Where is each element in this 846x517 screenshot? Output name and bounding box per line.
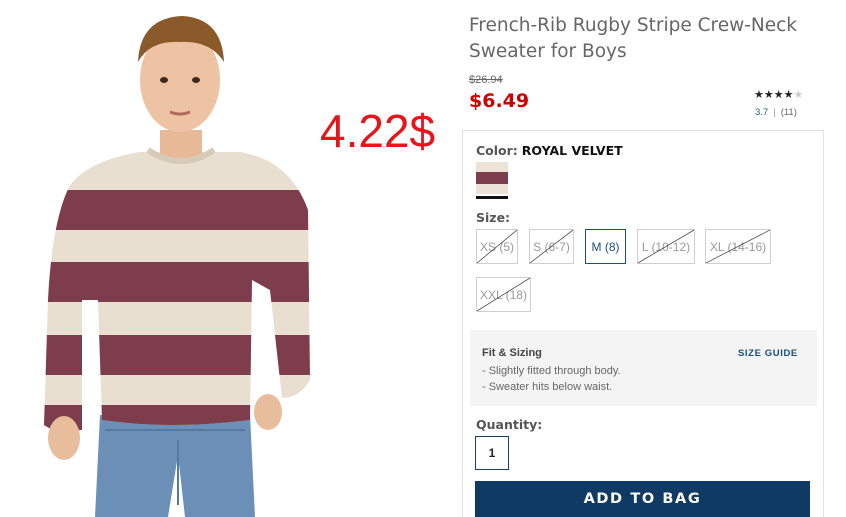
size-option-xs[interactable]: XS (5) [476, 229, 518, 264]
unavailable-strike [530, 230, 573, 263]
review-count[interactable]: (11) [781, 107, 797, 118]
fit-sizing-list: - Slightly fitted through body. - Sweate… [482, 364, 621, 395]
size-option-l[interactable]: L (10-12) [637, 229, 695, 264]
purchase-panel [462, 130, 824, 517]
original-price: $26.94 [469, 74, 503, 86]
color-value: ROYAL VELVET [521, 143, 623, 158]
product-image[interactable] [0, 0, 345, 517]
add-to-bag-button[interactable]: ADD TO BAG [475, 481, 810, 517]
size-option-xxl[interactable]: XXL (18) [476, 277, 531, 312]
fit-bullet: - Slightly fitted through body. [482, 365, 621, 377]
unavailable-strike [477, 278, 530, 311]
color-label-text: Color: [476, 143, 518, 158]
size-option-label: M (8) [591, 239, 620, 254]
size-option-xl[interactable]: XL (14-16) [705, 229, 771, 264]
unavailable-strike [477, 230, 517, 263]
rating-summary[interactable]: 3.7 | (11) [755, 107, 797, 118]
star-empty-icon: ★ [793, 89, 804, 101]
quantity-input[interactable]: 1 [475, 436, 509, 470]
size-guide-link[interactable]: SIZE GUIDE [738, 348, 798, 359]
star-icon: ★ [763, 89, 774, 101]
swatch-selected-indicator [476, 196, 508, 199]
size-label: Size: [476, 210, 511, 225]
product-photo-illustration [44, 16, 310, 517]
product-title: French-Rib Rugby Stripe Crew-Neck Sweate… [469, 15, 798, 62]
fit-bullet: - Sweater hits below waist. [482, 380, 613, 393]
star-icon: ★ [754, 89, 764, 101]
swatch-stripes [476, 162, 508, 194]
star-icon: ★ [773, 89, 784, 101]
unavailable-strike [638, 230, 694, 263]
color-swatch-royal-velvet[interactable] [476, 162, 508, 194]
color-label: Color: ROYAL VELVET [476, 143, 623, 158]
fit-sizing-title: Fit & Sizing [482, 347, 542, 359]
sale-price: $6.49 [469, 90, 530, 112]
quantity-label: Quantity: [476, 417, 543, 432]
star-icon: ★ [783, 89, 794, 101]
unavailable-strike [706, 230, 770, 263]
rating-stars[interactable]: ★★★★★ [754, 88, 803, 101]
rating-score[interactable]: 3.7 [755, 107, 768, 118]
size-option-m[interactable]: M (8) [585, 229, 626, 264]
rating-divider: | [773, 107, 776, 118]
size-option-s[interactable]: S (6-7) [529, 229, 574, 264]
overlay-price-annotation: 4.22$ [320, 105, 436, 157]
